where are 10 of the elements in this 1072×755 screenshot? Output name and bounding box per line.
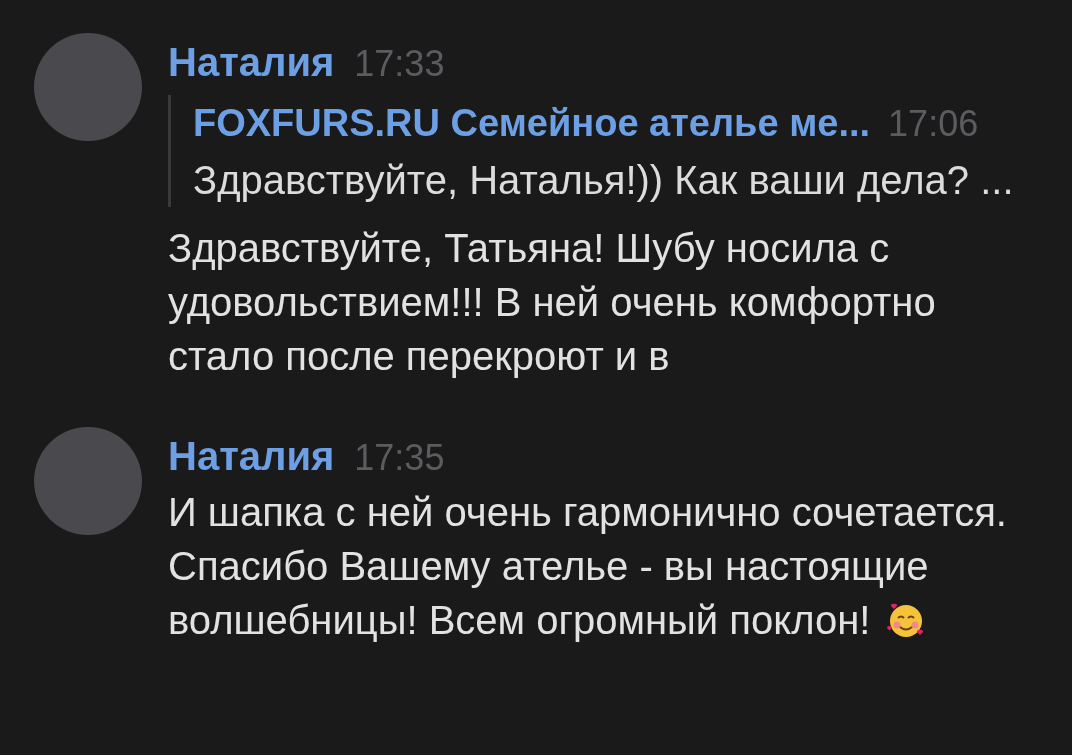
quoted-reply[interactable]: FOXFURS.RU Семейное ателье ме... 17:06 Здравствуйте, Наталья!)) Как ваши дела? ... (168, 95, 1018, 207)
message-time: 17:35 (354, 436, 445, 480)
author-name[interactable]: Наталия (168, 432, 335, 480)
message-text: Здравствуйте, Татьяна! Шубу носила с удовольствием!!! В ней очень комфортно стало после перекроют и в (168, 226, 936, 378)
reply-time: 17:06 (888, 102, 979, 146)
author-name[interactable]: Наталия (168, 38, 335, 86)
reply-title: FOXFURS.RU Семейное ателье ме... (193, 101, 871, 146)
message-time: 17:33 (354, 42, 445, 86)
reply-text: Здравствуйте, Наталья!)) Как ваши дела? ... (193, 157, 1015, 204)
message-text: И шапка с ней очень гармонично сочетается. Спасибо Вашему ателье - вы настоящие волшебницы! Всем огромный поклон! (168, 490, 1007, 642)
